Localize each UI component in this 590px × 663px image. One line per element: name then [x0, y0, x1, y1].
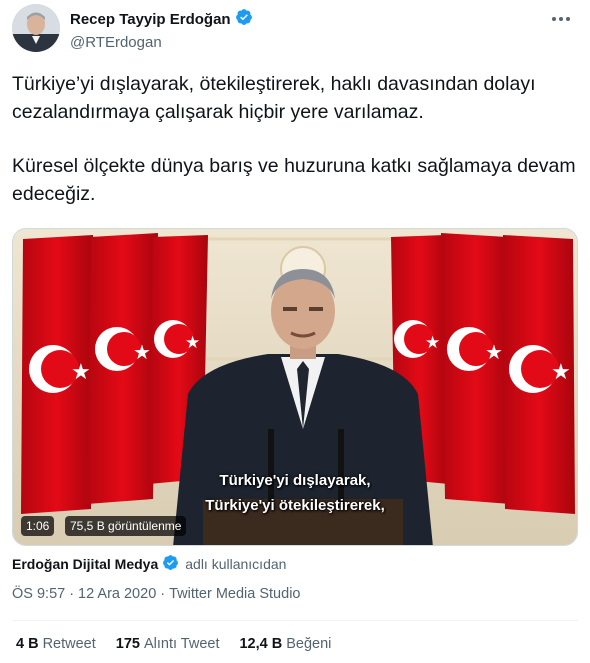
svg-text:★: ★ — [485, 340, 503, 364]
video-subtitle: Türkiye'yi ötekileştirerek, — [205, 497, 385, 514]
video-source: Erdoğan Dijital Medya adlı kullanıcıdan — [12, 554, 286, 574]
verified-badge-icon — [162, 554, 179, 574]
author-name[interactable]: Recep Tayyip Erdoğan — [70, 11, 231, 28]
verified-badge-icon — [235, 8, 253, 31]
quotes-count: 175 — [115, 636, 140, 652]
video-views-badge: 75,5 B görüntülenme — [65, 516, 187, 536]
tweet-time[interactable]: ÖS 9:57 — [12, 586, 65, 602]
likes-count: 12,4 B — [239, 636, 283, 652]
flag-right-2: ★ — [441, 233, 511, 504]
tweet-date[interactable]: 12 Ara 2020 — [78, 586, 156, 602]
flag-left-2: ★ — [87, 233, 158, 504]
divider — [12, 620, 578, 621]
quotes-label: Alıntı Tweet — [143, 636, 220, 652]
author-handle[interactable]: @RTErdogan — [70, 34, 253, 51]
svg-text:★: ★ — [551, 360, 571, 385]
svg-text:★: ★ — [185, 333, 200, 353]
more-dots-icon[interactable] — [548, 10, 574, 28]
retweets-stat[interactable]: 4 B Retweet — [16, 636, 96, 652]
meta-separator: · — [160, 586, 166, 602]
retweets-count: 4 B — [16, 636, 39, 652]
svg-text:★: ★ — [71, 360, 91, 385]
video-player[interactable]: ★ ★ ★ ★ ★ ★ Türkiye'yi dışlayarak, Türki… — [12, 228, 578, 546]
author-block: Recep Tayyip Erdoğan @RTErdogan — [70, 8, 253, 51]
tweet-meta: ÖS 9:57 · 12 Ara 2020 · Twitter Media St… — [12, 586, 300, 602]
likes-label: Beğeni — [286, 636, 332, 652]
tweet-paragraph: Küresel ölçekte dünya barış ve huzuruna … — [12, 155, 576, 205]
tweet-text: Türkiye’yi dışlayarak, ötekileştirerek, … — [12, 70, 578, 208]
tweet-header: Recep Tayyip Erdoğan @RTErdogan — [12, 4, 578, 56]
video-duration-badge: 1:06 — [21, 516, 55, 536]
quotes-stat[interactable]: 175 Alıntı Tweet — [116, 636, 220, 652]
likes-stat[interactable]: 12,4 B Beğeni — [239, 636, 331, 652]
retweets-label: Retweet — [42, 636, 96, 652]
tweet-paragraph: Türkiye’yi dışlayarak, ötekileştirerek, … — [12, 73, 536, 123]
tweet-client[interactable]: Twitter Media Studio — [169, 586, 300, 602]
video-subtitle: Türkiye'yi dışlayarak, — [219, 472, 371, 489]
tweet-stats: 4 B Retweet 175 Alıntı Tweet 12,4 B Beğe… — [16, 636, 331, 652]
meta-separator: · — [69, 586, 75, 602]
source-account-link[interactable]: Erdoğan Dijital Medya — [12, 556, 158, 572]
avatar[interactable] — [12, 4, 60, 52]
svg-text:★: ★ — [133, 340, 151, 364]
svg-text:★: ★ — [425, 333, 440, 353]
source-suffix: adlı kullanıcıdan — [185, 556, 287, 572]
